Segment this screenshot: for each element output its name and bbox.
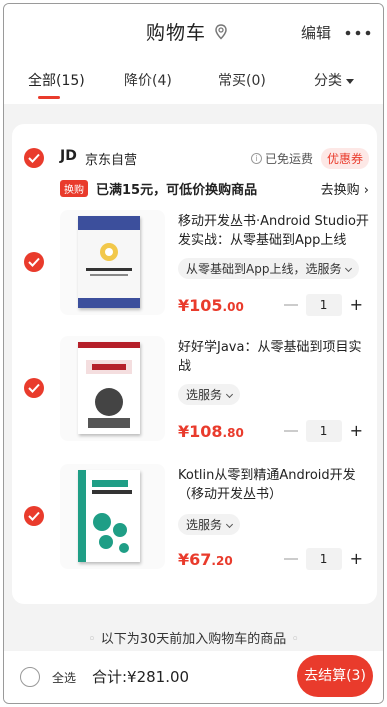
quantity-stepper: 1 + — [283, 420, 363, 442]
check-icon — [28, 383, 40, 393]
tab-frequent[interactable]: 常买(0) — [218, 70, 266, 90]
checkout-bar: 全选 合计:¥281.00 去结算(3) — [4, 651, 383, 703]
more-options-icon[interactable] — [345, 30, 371, 36]
location-pin-icon[interactable] — [212, 23, 230, 41]
promo-row: 换购 已满15元，可低价换购商品 去换购 › — [12, 178, 377, 200]
service-selector[interactable]: 选服务 — [178, 384, 241, 405]
quantity-input[interactable]: 1 — [305, 548, 342, 570]
product-name[interactable]: 好好学Java：从零基础到项目实战 — [178, 338, 372, 376]
chevron-down-icon — [225, 520, 234, 529]
promo-tag: 换购 — [60, 180, 88, 197]
item-select-checkbox[interactable] — [24, 506, 44, 526]
increase-button[interactable]: + — [350, 423, 363, 439]
product-image[interactable] — [60, 210, 165, 315]
price-cents: .20 — [211, 554, 233, 568]
decrease-button[interactable] — [283, 430, 298, 432]
quantity-input[interactable]: 1 — [305, 294, 342, 316]
service-label: 从零基础到App上线，选服务 — [186, 262, 342, 276]
go-exchange-link[interactable]: 去换购 › — [321, 179, 369, 198]
product-image[interactable] — [60, 336, 165, 441]
cart-item: 移动开发丛书·Android Studio开发实战：从零基础到App上线(第..… — [12, 210, 377, 325]
price-cents: .00 — [222, 300, 244, 314]
header: 购物车 编辑 全部(15) 降价(4) 常买(0) 分类 — [4, 4, 383, 104]
cart-screen: 购物车 编辑 全部(15) 降价(4) 常买(0) 分类 JD 京东自营 i 已… — [3, 3, 384, 704]
tab-all[interactable]: 全部(15) — [28, 70, 85, 90]
book-cover-java — [78, 342, 140, 434]
price-integer: ¥105 — [178, 296, 223, 315]
service-selector[interactable]: 从零基础到App上线，选服务 — [178, 258, 360, 279]
price-integer: ¥67 — [178, 550, 212, 569]
product-price: ¥67.20 — [178, 550, 233, 569]
item-select-checkbox[interactable] — [24, 378, 44, 398]
check-icon — [28, 257, 40, 267]
shop-name[interactable]: 京东自营 — [85, 149, 137, 168]
tab-category[interactable]: 分类 — [314, 70, 354, 90]
select-all-label[interactable]: 全选 — [52, 669, 76, 686]
free-shipping-status: i 已免运费 — [251, 150, 313, 167]
chevron-down-icon — [225, 390, 234, 399]
active-tab-indicator — [38, 96, 60, 99]
decrease-button[interactable] — [283, 558, 298, 560]
decrease-button[interactable] — [283, 304, 298, 306]
page-title: 购物车 — [146, 22, 207, 44]
service-label: 选服务 — [186, 388, 223, 402]
free-shipping-label: 已免运费 — [265, 152, 314, 166]
info-icon: i — [251, 153, 262, 164]
select-all-checkbox[interactable] — [20, 667, 40, 687]
service-selector[interactable]: 选服务 — [178, 514, 241, 535]
tab-price-drop[interactable]: 降价(4) — [124, 70, 172, 90]
quantity-input[interactable]: 1 — [305, 420, 342, 442]
jd-logo: JD — [60, 148, 77, 164]
increase-button[interactable]: + — [350, 551, 363, 567]
edit-button[interactable]: 编辑 — [301, 22, 331, 43]
coupon-button[interactable]: 优惠券 — [320, 148, 369, 169]
title-row: 购物车 编辑 — [4, 18, 383, 48]
older-items-divider: ◦ 以下为30天前加入购物车的商品 ◦ — [4, 628, 383, 647]
chevron-down-icon — [345, 264, 353, 273]
product-price: ¥105.00 — [178, 296, 244, 315]
book-cover-kotlin — [78, 470, 140, 562]
older-items-label: 以下为30天前加入购物车的商品 — [100, 632, 287, 647]
product-name[interactable]: Kotlin从零到精通Android开发（移动开发丛书） — [178, 466, 372, 504]
quantity-stepper: 1 + — [283, 294, 363, 316]
price-integer: ¥108 — [178, 422, 223, 441]
price-cents: .80 — [222, 426, 244, 440]
title-group: 购物车 — [146, 18, 230, 45]
caret-down-icon — [346, 78, 354, 84]
divider-ornament-right: ◦ — [291, 632, 299, 647]
promo-text: 已满15元，可低价换购商品 — [96, 183, 258, 198]
item-select-checkbox[interactable] — [24, 252, 44, 272]
tab-category-label: 分类 — [314, 73, 342, 89]
shop-header: JD 京东自营 i 已免运费 优惠券 — [12, 148, 377, 170]
product-name[interactable]: 移动开发丛书·Android Studio开发实战：从零基础到App上线(第..… — [178, 212, 372, 250]
product-price: ¥108.80 — [178, 422, 244, 441]
shop-card: JD 京东自营 i 已免运费 优惠券 换购 已满15元，可低价换购商品 去换购 … — [12, 124, 377, 604]
check-icon — [28, 153, 40, 163]
cart-item: 好好学Java：从零基础到项目实战 选服务 ¥108.80 1 + — [12, 336, 377, 451]
increase-button[interactable]: + — [350, 297, 363, 313]
checkout-button[interactable]: 去结算(3) — [297, 655, 373, 697]
shop-select-checkbox[interactable] — [24, 148, 44, 168]
product-image[interactable] — [60, 464, 165, 569]
cart-item: Kotlin从零到精通Android开发（移动开发丛书） 选服务 ¥67.20 … — [12, 464, 377, 579]
quantity-stepper: 1 + — [283, 548, 363, 570]
book-cover-android-studio — [78, 216, 140, 308]
service-label: 选服务 — [186, 518, 223, 532]
check-icon — [28, 511, 40, 521]
divider-ornament-left: ◦ — [88, 632, 96, 647]
filter-tabs: 全部(15) 降价(4) 常买(0) 分类 — [4, 70, 383, 100]
total-amount: 合计:¥281.00 — [92, 668, 190, 686]
